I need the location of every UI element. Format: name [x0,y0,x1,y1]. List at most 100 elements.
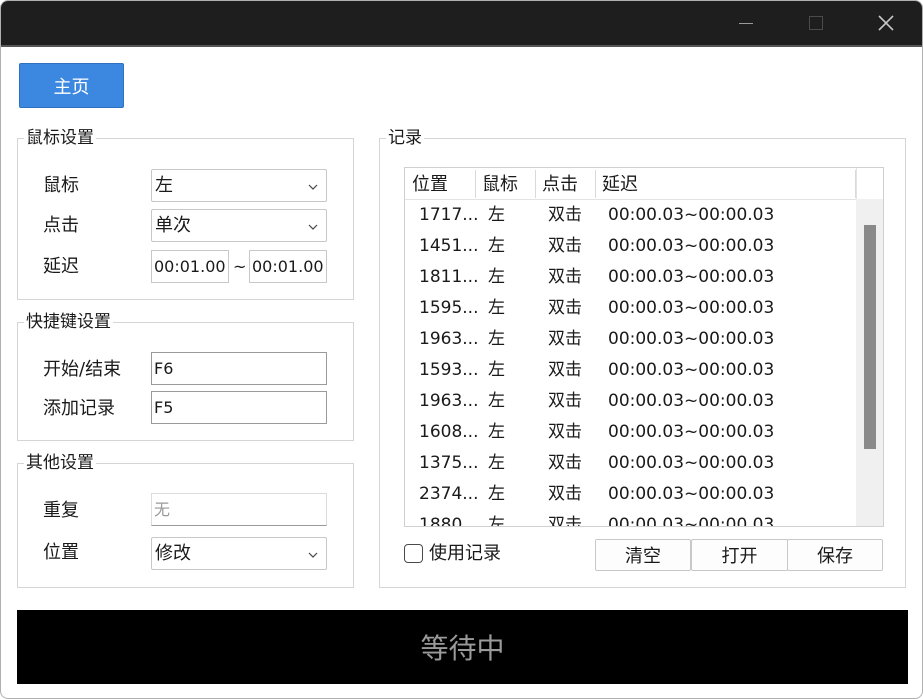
use-records-label[interactable]: 使用记录 [429,542,501,566]
column-divider[interactable] [535,170,536,198]
table-row[interactable]: 2374... 左 双击 00:00.03~00:00.03 [405,479,856,510]
column-divider[interactable] [475,170,476,198]
click-type-value: 单次 [155,215,191,236]
use-records-checkbox[interactable] [404,544,423,563]
row-position-cell: 1608... [419,422,479,442]
row-mouse-cell: 左 [488,329,505,349]
column-divider[interactable] [595,170,596,198]
row-delay-cell: 00:00.03~00:00.03 [608,360,775,380]
start-stop-hotkey-input[interactable]: F6 [151,352,327,385]
row-click-cell: 双击 [548,236,582,256]
row-delay-cell: 00:00.03~00:00.03 [608,267,775,287]
title-bar[interactable] [1,1,922,47]
mouse-button-value: 左 [155,175,173,196]
row-position-cell: 2374... [419,484,479,504]
column-header-mouse[interactable]: 鼠标 [482,173,518,197]
row-position-cell: 1593... [419,360,479,380]
minimize-button[interactable] [723,1,769,45]
table-row[interactable]: 1717... 左 双击 00:00.03~00:00.03 [405,200,856,231]
table-row[interactable]: 1608... 左 双击 00:00.03~00:00.03 [405,417,856,448]
table-row[interactable]: 1963... 左 双击 00:00.03~00:00.03 [405,324,856,355]
maximize-button[interactable] [793,1,839,45]
row-position-cell: 1595... [419,298,479,318]
chevron-down-icon [308,552,318,558]
table-row[interactable]: 1880... 左 双击 00:00.03~00:00.03 [405,510,856,527]
home-button[interactable]: 主页 [19,63,124,108]
row-click-cell: 双击 [548,205,582,225]
app-window: 主页 鼠标设置 鼠标 左 点击 单次 延迟 00:01.00 ~ 00:01.0… [0,0,923,699]
row-mouse-cell: 左 [488,360,505,380]
delay-to-input[interactable]: 00:01.00 [249,250,327,283]
records-table-header: 位置 鼠标 点击 延迟 [405,168,856,200]
row-delay-cell: 00:00.03~00:00.03 [608,484,775,504]
chevron-down-icon [308,224,318,230]
records-table[interactable]: 位置 鼠标 点击 延迟 1717... 左双击 00:00.03~00:00.03 1… [404,167,884,527]
row-click-cell: 双击 [548,360,582,380]
delay-from-input[interactable]: 00:01.00 [151,250,229,283]
row-delay-cell: 00:00.03~00:00.03 [608,205,775,225]
click-label: 点击 [43,215,79,236]
row-delay-cell: 00:00.03~00:00.03 [608,329,775,349]
start-stop-label: 开始/结束 [43,359,122,380]
row-mouse-cell: 左 [488,453,505,473]
row-mouse-cell: 左 [488,515,505,527]
table-row[interactable]: 1451... 左 双击 00:00.03~00:00.03 [405,231,856,262]
row-mouse-cell: 左 [488,422,505,442]
row-mouse-cell: 左 [488,391,505,411]
status-bar: 等待中 [17,610,908,684]
position-mode-select[interactable]: 修改 [151,537,327,570]
row-position-cell: 1811... [419,267,479,287]
delay-label: 延迟 [43,256,79,277]
mouse-settings-title: 鼠标设置 [24,127,96,149]
row-delay-cell: 00:00.03~00:00.03 [608,515,775,527]
column-header-position[interactable]: 位置 [412,173,448,197]
table-row[interactable]: 1595... 左 双击 00:00.03~00:00.03 [405,293,856,324]
row-delay-cell: 00:00.03~00:00.03 [608,422,775,442]
add-record-label: 添加记录 [43,398,115,419]
row-delay-cell: 00:00.03~00:00.03 [608,236,775,256]
row-delay-cell: 00:00.03~00:00.03 [608,453,775,473]
column-header-click[interactable]: 点击 [542,173,578,197]
close-icon [878,15,894,31]
row-click-cell: 双击 [548,391,582,411]
table-row[interactable]: 1963... 左 双击 00:00.03~00:00.03 [405,386,856,417]
save-button[interactable]: 保存 [787,539,883,571]
row-click-cell: 双击 [548,515,582,527]
row-click-cell: 双击 [548,298,582,318]
mouse-button-select[interactable]: 左 [151,169,327,202]
row-position-cell: 1717... [419,205,479,225]
clear-button[interactable]: 清空 [595,539,691,571]
records-scrollbar[interactable] [856,199,883,526]
hotkey-settings-title: 快捷键设置 [24,311,113,333]
repeat-input[interactable]: 无 [151,493,327,526]
column-header-delay[interactable]: 延迟 [602,173,638,197]
position-mode-value: 修改 [155,543,191,564]
table-row[interactable]: 1811... 左 双击 00:00.03~00:00.03 [405,262,856,293]
row-click-cell: 双击 [548,329,582,349]
row-click-cell: 双击 [548,267,582,287]
row-delay-cell: 00:00.03~00:00.03 [608,298,775,318]
minimize-icon [739,22,753,24]
row-mouse-cell: 左 [488,236,505,256]
table-row[interactable]: 1375... 左 双击 00:00.03~00:00.03 [405,448,856,479]
close-button[interactable] [863,1,909,45]
table-row[interactable]: 1593... 左 双击 00:00.03~00:00.03 [405,355,856,386]
header-corner [856,168,883,199]
chevron-down-icon [308,184,318,190]
row-delay-cell: 00:00.03~00:00.03 [608,391,775,411]
row-click-cell: 双击 [548,484,582,504]
maximize-icon [809,16,823,30]
records-title: 记录 [386,127,424,149]
row-mouse-cell: 左 [488,205,505,225]
row-position-cell: 1880... [419,515,479,527]
add-record-hotkey-input[interactable]: F5 [151,391,327,424]
repeat-label: 重复 [43,500,79,521]
scrollbar-thumb[interactable] [864,225,876,449]
row-position-cell: 1375... [419,453,479,473]
row-position-cell: 1451... [419,236,479,256]
row-mouse-cell: 左 [488,267,505,287]
click-type-select[interactable]: 单次 [151,209,327,242]
row-mouse-cell: 左 [488,298,505,318]
open-button[interactable]: 打开 [691,539,788,571]
row-click-cell: 双击 [548,453,582,473]
